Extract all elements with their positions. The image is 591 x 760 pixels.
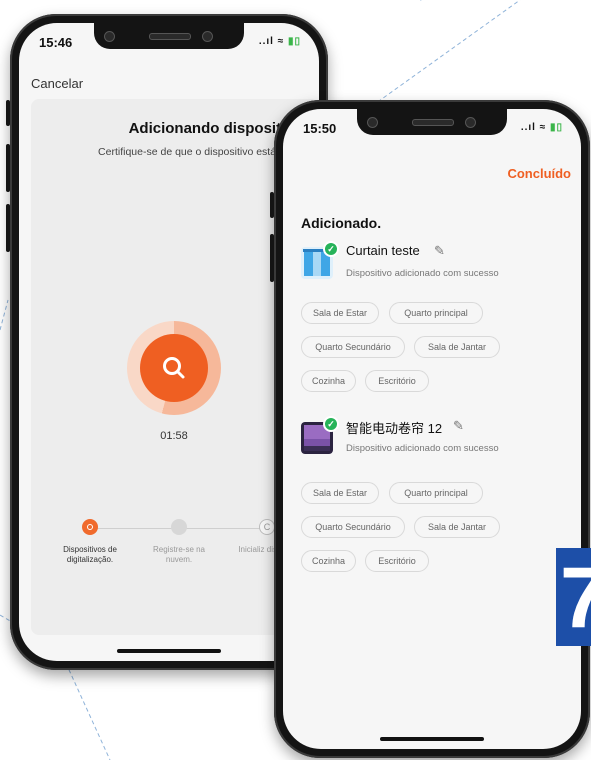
- countdown-timer: 01:58: [160, 430, 188, 442]
- signal-wifi-battery-icons: ..ıl ≈ ▮▯: [521, 122, 563, 133]
- room-chip[interactable]: Sala de Jantar: [414, 336, 500, 358]
- scan-progress-ring: [127, 321, 221, 415]
- room-chip[interactable]: Quarto Secundário: [301, 336, 405, 358]
- corner-number-badge: 7: [556, 548, 591, 646]
- added-heading: Adicionado.: [301, 215, 382, 231]
- cancel-button[interactable]: Cancelar: [31, 76, 83, 91]
- volume-up-button: [6, 144, 10, 192]
- mute-switch: [270, 192, 274, 218]
- phone-added: 15:50 ..ıl ≈ ▮▯ Concluído Adicionado. ✓ …: [270, 100, 590, 758]
- status-bar: 15:46 ..ıl ≈ ▮▯: [39, 35, 301, 51]
- signal-icon: ..ıl ≈: [258, 36, 285, 47]
- edit-name-icon[interactable]: ✎: [453, 418, 464, 434]
- edit-name-icon[interactable]: ✎: [434, 243, 445, 259]
- home-indicator: [117, 649, 221, 653]
- done-button[interactable]: Concluído: [507, 166, 571, 181]
- volume-up-button: [270, 234, 274, 282]
- room-chip[interactable]: Cozinha: [301, 550, 356, 572]
- step-3-indicator: C: [259, 519, 275, 535]
- room-chip[interactable]: Escritório: [365, 370, 429, 392]
- room-chip[interactable]: Sala de Estar: [301, 302, 379, 324]
- mute-switch: [6, 100, 10, 126]
- room-chip[interactable]: Cozinha: [301, 370, 356, 392]
- device-status: Dispositivo adicionado com sucesso: [346, 443, 499, 454]
- step-1-label: Dispositivos de digitalização.: [63, 545, 117, 564]
- status-time: 15:46: [39, 35, 73, 50]
- device-status: Dispositivo adicionado com sucesso: [346, 268, 499, 279]
- page-title: Adicionando dispositivo ...: [128, 120, 319, 137]
- battery-icon: ▮▯: [287, 36, 301, 47]
- search-icon: [163, 357, 185, 379]
- signal-icon: ..ıl ≈: [520, 122, 547, 133]
- status-bar: 15:50 ..ıl ≈ ▮▯: [303, 121, 563, 137]
- room-chip[interactable]: Quarto principal: [389, 482, 483, 504]
- device-name: Curtain teste: [346, 243, 420, 258]
- device-name: 智能电动卷帘 12: [346, 421, 443, 436]
- home-indicator: [380, 737, 484, 741]
- status-time: 15:50: [303, 121, 337, 136]
- screen: 15:50 ..ıl ≈ ▮▯ Concluído Adicionado. ✓ …: [283, 109, 581, 749]
- step-2-indicator: [171, 519, 187, 535]
- step-2-label: Registre-se na nuvem.: [152, 545, 206, 564]
- battery-icon: ▮▯: [549, 122, 563, 133]
- signal-wifi-battery-icons: ..ıl ≈ ▮▯: [259, 36, 301, 47]
- scan-button: [140, 334, 208, 402]
- room-chip[interactable]: Quarto principal: [389, 302, 483, 324]
- volume-down-button: [6, 204, 10, 252]
- success-check-icon: ✓: [323, 416, 339, 432]
- step-1-indicator: [82, 519, 98, 535]
- room-chip[interactable]: Sala de Jantar: [414, 516, 500, 538]
- room-chip[interactable]: Sala de Estar: [301, 482, 379, 504]
- success-check-icon: ✓: [323, 241, 339, 257]
- room-chip[interactable]: Escritório: [365, 550, 429, 572]
- room-chip[interactable]: Quarto Secundário: [301, 516, 405, 538]
